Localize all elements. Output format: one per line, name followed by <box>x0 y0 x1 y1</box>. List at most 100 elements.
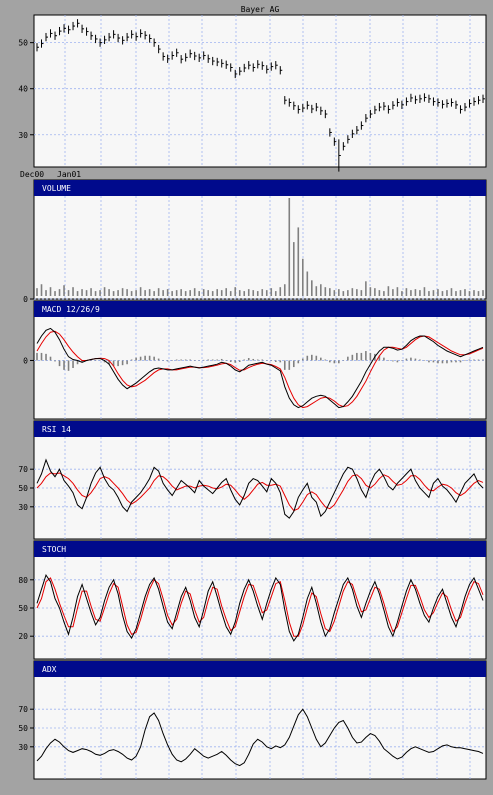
volume-bar <box>63 285 65 296</box>
volume-bar <box>103 287 106 296</box>
macd-histogram-bar <box>189 359 191 361</box>
volume-bar <box>315 286 318 296</box>
volume-bar <box>437 289 439 296</box>
volume-bar <box>360 290 363 296</box>
volume-bar <box>202 289 205 296</box>
macd-histogram-bar <box>135 357 137 361</box>
macd-histogram-bar <box>153 356 155 361</box>
volume-bar <box>76 291 79 296</box>
adx-panel: ADX 70 50 30 <box>18 660 487 780</box>
volume-bar <box>229 291 232 296</box>
volume-bar <box>175 290 178 296</box>
macd-histogram-bar <box>473 359 475 361</box>
stock-chart: 504030Bayer AGDec00 Jan01VOLUME0MACD 12/2… <box>0 0 493 795</box>
adx-y-tick-label: 70 <box>18 705 28 714</box>
macd-histogram-bar <box>202 359 205 361</box>
volume-bar <box>112 291 115 296</box>
macd-panel: MACD 12/26/9 0 <box>23 300 487 420</box>
volume-bar <box>410 290 412 296</box>
volume-bar <box>193 288 196 296</box>
volume-bar <box>347 290 349 296</box>
volume-bar <box>108 289 110 296</box>
volume-bar <box>292 242 295 296</box>
volume-header-bar <box>34 180 486 196</box>
volume-bar <box>423 287 426 296</box>
macd-histogram-bar <box>148 355 151 361</box>
volume-bar <box>477 291 480 296</box>
volume-bar <box>130 291 133 296</box>
macd-histogram-bar <box>333 360 336 364</box>
volume-bar <box>374 288 376 296</box>
volume-bar <box>288 198 291 296</box>
volume-bar <box>126 289 128 296</box>
rsi-header-bar <box>34 421 486 437</box>
stoch-y-tick-label: 50 <box>18 604 28 613</box>
volume-bar <box>342 291 345 296</box>
macd-histogram-bar <box>144 355 146 361</box>
macd-histogram-bar <box>387 360 390 361</box>
macd-histogram-bar <box>49 356 52 361</box>
macd-histogram-bar <box>247 358 250 361</box>
rsi-y-tick-label: 50 <box>18 484 28 493</box>
macd-histogram-bar <box>117 360 119 367</box>
volume-bar <box>184 291 187 296</box>
macd-histogram-bar <box>477 359 480 361</box>
rsi-y-tick-label: 70 <box>18 465 28 474</box>
price-y-tick-label: 40 <box>18 85 28 94</box>
volume-bar <box>265 290 268 296</box>
volume-bar <box>81 289 83 296</box>
macd-histogram-bar <box>121 360 124 366</box>
macd-histogram-bar <box>90 360 92 361</box>
volume-bar <box>252 290 255 296</box>
macd-histogram-bar <box>356 352 358 361</box>
macd-histogram-bar <box>63 360 65 370</box>
volume-plot-area <box>33 179 487 300</box>
macd-histogram-bar <box>338 360 340 364</box>
volume-bar <box>324 287 327 296</box>
volume-bar <box>166 289 169 296</box>
volume-bar <box>234 287 237 296</box>
volume-bar <box>450 288 453 296</box>
macd-histogram-bar <box>455 360 457 363</box>
volume-bar <box>54 291 56 296</box>
macd-histogram-bar <box>342 360 345 361</box>
macd-histogram-bar <box>315 355 318 361</box>
macd-header-bar <box>34 301 486 317</box>
macd-histogram-bar <box>464 360 466 361</box>
volume-bar <box>274 291 277 296</box>
volume-header-label: VOLUME <box>42 184 71 193</box>
volume-bar <box>468 291 471 296</box>
volume-bar <box>171 291 173 296</box>
macd-histogram-bar <box>130 359 133 361</box>
macd-histogram-bar <box>306 355 309 361</box>
macd-histogram-bar <box>238 360 241 362</box>
volume-bar <box>383 291 385 296</box>
price-y-tick-label: 50 <box>18 39 28 48</box>
macd-histogram-bar <box>423 360 426 361</box>
macd-histogram-bar <box>301 358 304 361</box>
volume-bar <box>220 290 223 296</box>
stoch-header-label: STOCH <box>42 545 66 554</box>
macd-histogram-bar <box>396 360 399 363</box>
chart-title: Bayer AG <box>241 5 280 14</box>
macd-histogram-bar <box>72 360 74 368</box>
adx-y-tick-label: 30 <box>18 743 28 752</box>
volume-bar <box>387 286 390 296</box>
macd-histogram-bar <box>297 360 300 364</box>
macd-histogram-bar <box>365 351 367 361</box>
macd-histogram-bar <box>175 359 178 361</box>
macd-histogram-bar <box>171 360 173 361</box>
volume-bar <box>283 284 286 296</box>
price-panel: 50 40 30 <box>18 14 487 172</box>
macd-histogram-bar <box>36 352 38 361</box>
macd-histogram-bar <box>211 359 214 361</box>
volume-bar <box>329 288 331 296</box>
volume-bar <box>338 289 340 296</box>
adx-header-bar <box>34 661 486 677</box>
volume-bar <box>378 290 381 296</box>
volume-bar <box>139 287 142 296</box>
volume-bar <box>180 289 182 296</box>
x-tick-label: Jan01 <box>57 170 81 179</box>
volume-bar <box>405 288 408 296</box>
macd-histogram-bar <box>261 359 264 361</box>
